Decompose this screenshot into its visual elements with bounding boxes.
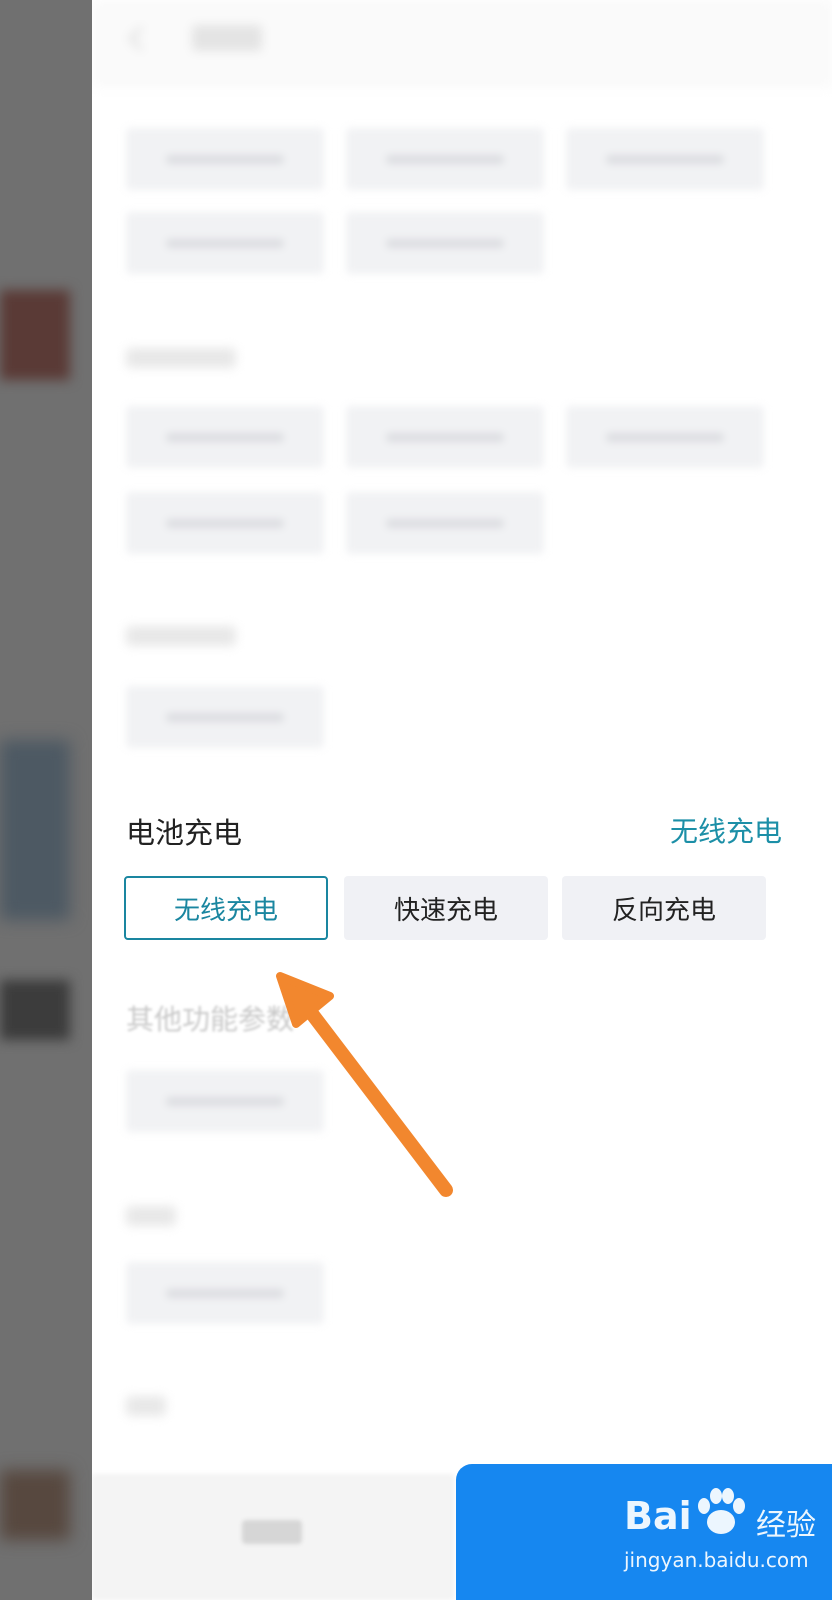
background-content-strip — [0, 980, 70, 1040]
filter-chip[interactable] — [126, 212, 324, 274]
filter-chip[interactable] — [566, 406, 764, 468]
background-content-strip — [0, 740, 70, 920]
other-params-title: 其他功能参数 — [126, 1003, 295, 1036]
background-content-strip — [0, 290, 70, 380]
battery-selected-value: 无线充电 — [669, 815, 782, 848]
dimmed-background-page[interactable] — [0, 0, 92, 1600]
filter-chip[interactable] — [126, 406, 324, 468]
filter-chip[interactable] — [346, 128, 544, 190]
filter-chip[interactable] — [346, 492, 544, 554]
filter-chip[interactable] — [126, 1070, 324, 1132]
filter-chip[interactable] — [566, 128, 764, 190]
filter-chip[interactable] — [126, 128, 324, 190]
section-label-placeholder — [126, 626, 236, 646]
background-content-strip — [0, 1470, 70, 1540]
filter-chip[interactable] — [126, 492, 324, 554]
watermark-brand: Bai — [624, 1494, 692, 1538]
filter-chip[interactable] — [346, 212, 544, 274]
blurred-filter-sections — [92, 0, 832, 1600]
filter-chip[interactable] — [346, 406, 544, 468]
section-label-placeholder — [126, 1396, 166, 1416]
reset-button[interactable] — [92, 1474, 454, 1600]
section-label-placeholder — [126, 1206, 176, 1226]
filter-chip[interactable] — [126, 686, 324, 748]
option-fast-charging[interactable]: 快速充电 — [344, 876, 548, 940]
section-label-placeholder — [126, 348, 236, 368]
filter-chip[interactable] — [126, 1262, 324, 1324]
watermark-brand-suffix: 经验 — [756, 1508, 816, 1543]
filter-drawer: 电池充电 无线充电 无线充电 快速充电 反向充电 其他功能参数 — [92, 0, 832, 1600]
baidu-jingyan-watermark: Bai 经验 jingyan.baidu.com — [596, 1478, 826, 1588]
option-wireless-charging[interactable]: 无线充电 — [124, 876, 328, 940]
watermark-url: jingyan.baidu.com — [624, 1548, 809, 1572]
option-reverse-charging[interactable]: 反向充电 — [562, 876, 766, 940]
paw-icon — [698, 1488, 745, 1534]
battery-charging-title: 电池充电 — [126, 816, 243, 850]
